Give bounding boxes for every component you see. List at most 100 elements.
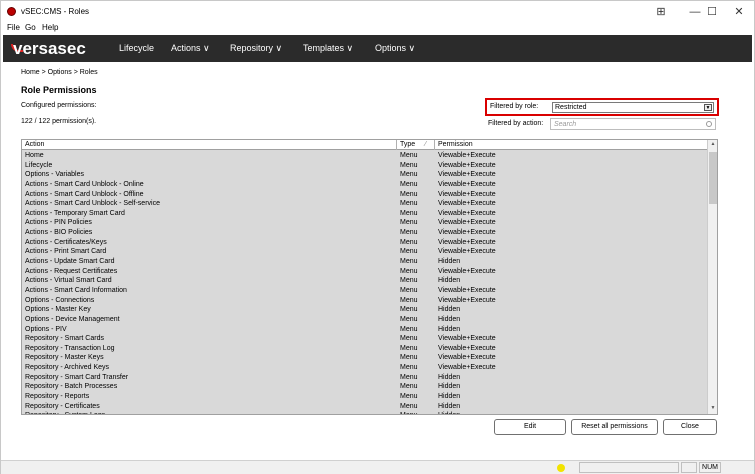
action-cell: Repository - Certificates bbox=[25, 402, 100, 410]
type-cell: Menu bbox=[400, 383, 418, 391]
scroll-thumb[interactable] bbox=[709, 152, 717, 204]
nav-actions[interactable]: Actions ∨ bbox=[171, 43, 210, 54]
scroll-up-icon[interactable]: ▲ bbox=[709, 141, 717, 149]
header-action[interactable]: Action bbox=[25, 141, 44, 148]
table-row[interactable]: Actions - Update Smart Card Menu Hidden bbox=[22, 257, 708, 267]
status-segment bbox=[681, 462, 697, 473]
type-cell: Menu bbox=[400, 200, 418, 208]
maximize-button[interactable]: ☐ bbox=[698, 3, 726, 21]
layout-icon[interactable]: ⊞ bbox=[647, 3, 675, 21]
action-cell: Repository - Master Keys bbox=[25, 354, 104, 362]
permission-cell: Viewable+Execute bbox=[438, 171, 496, 179]
action-cell: Repository - Transaction Log bbox=[25, 344, 115, 352]
table-row[interactable]: Lifecycle Menu Viewable+Execute bbox=[22, 161, 708, 171]
table-body: Home Menu Viewable+Execute Lifecycle Menu Vie… bbox=[22, 151, 708, 414]
permission-cell: Viewable+Execute bbox=[438, 335, 496, 343]
versasec-logo[interactable]: versasec bbox=[13, 39, 86, 59]
role-filter-label: Filtered by role: bbox=[490, 103, 539, 110]
column-separator[interactable] bbox=[396, 140, 397, 150]
close-button[interactable]: Close bbox=[663, 419, 717, 435]
permission-cell: Viewable+Execute bbox=[438, 190, 496, 198]
table-row[interactable]: Options - Device Management Menu Hidden bbox=[22, 315, 708, 325]
action-cell: Actions - PIN Policies bbox=[25, 219, 92, 227]
table-row[interactable]: Actions - Virtual Smart Card Menu Hidden bbox=[22, 276, 708, 286]
type-cell: Menu bbox=[400, 258, 418, 266]
action-cell: Actions - Smart Card Unblock - Self-serv… bbox=[25, 200, 160, 208]
table-row[interactable]: Actions - PIN Policies Menu Viewable+Execu… bbox=[22, 218, 708, 228]
type-cell: Menu bbox=[400, 335, 418, 343]
type-cell: Menu bbox=[400, 344, 418, 352]
table-row[interactable]: Actions - Request Certificates Menu Viewab… bbox=[22, 267, 708, 277]
type-cell: Menu bbox=[400, 161, 418, 169]
scroll-down-icon[interactable]: ▼ bbox=[709, 405, 717, 413]
table-row[interactable]: Repository - Archived Keys Menu Viewable+E… bbox=[22, 363, 708, 373]
table-row[interactable]: Actions - Smart Card Unblock - Offline Me… bbox=[22, 190, 708, 200]
vertical-scrollbar[interactable]: ▲ ▼ bbox=[707, 140, 717, 414]
action-cell: Actions - Update Smart Card bbox=[25, 258, 115, 266]
table-row[interactable]: Repository - Transaction Log Menu Viewable… bbox=[22, 344, 708, 354]
permission-cell: Viewable+Execute bbox=[438, 209, 496, 217]
menu-go[interactable]: Go bbox=[25, 23, 36, 32]
permission-cell: Viewable+Execute bbox=[438, 354, 496, 362]
table-row[interactable]: Repository - Smart Card Transfer Menu Hidd… bbox=[22, 373, 708, 383]
permission-cell: Hidden bbox=[438, 277, 461, 285]
table-row[interactable]: Repository - Batch Processes Menu Hidden bbox=[22, 382, 708, 392]
status-indicator-icon bbox=[557, 464, 565, 472]
table-row[interactable]: Options - Master Key Menu Hidden bbox=[22, 305, 708, 315]
table-row[interactable]: Repository - Master Keys Menu Viewable+Exe… bbox=[22, 353, 708, 363]
permission-cell: Hidden bbox=[438, 411, 460, 414]
action-cell: Options - Device Management bbox=[25, 315, 120, 323]
table-row[interactable]: Options - Variables Menu Viewable+Execute bbox=[22, 170, 708, 180]
reset-all-permissions-button[interactable]: Reset all permissions bbox=[571, 419, 658, 435]
action-cell: Lifecycle bbox=[25, 161, 53, 169]
dropdown-arrow-icon[interactable]: ▼ bbox=[704, 104, 712, 111]
app-icon bbox=[7, 7, 16, 16]
num-lock-indicator: NUM bbox=[699, 462, 721, 473]
configured-permissions-label: Configured permissions: bbox=[21, 102, 97, 109]
menu-help[interactable]: Help bbox=[42, 23, 58, 32]
table-row[interactable]: Actions - Print Smart Card Menu Viewable+E… bbox=[22, 247, 708, 257]
permission-cell: Viewable+Execute bbox=[438, 238, 496, 246]
action-cell: Actions - Virtual Smart Card bbox=[25, 277, 112, 285]
status-segment bbox=[579, 462, 679, 473]
header-type[interactable]: Type bbox=[400, 141, 415, 148]
table-row[interactable]: Actions - Smart Card Information Menu View… bbox=[22, 286, 708, 296]
table-row[interactable]: Actions - BIO Policies Menu Viewable+Execu… bbox=[22, 228, 708, 238]
nav-options[interactable]: Options ∨ bbox=[375, 43, 415, 54]
nav-lifecycle[interactable]: Lifecycle bbox=[119, 43, 154, 53]
column-separator[interactable] bbox=[434, 140, 435, 150]
permission-cell: Viewable+Execute bbox=[438, 248, 496, 256]
permission-cell: Viewable+Execute bbox=[438, 286, 496, 294]
permission-cell: Viewable+Execute bbox=[438, 364, 496, 372]
close-window-button[interactable]: ✕ bbox=[725, 3, 753, 21]
table-row[interactable]: Repository - Certificates Menu Hidden bbox=[22, 402, 708, 412]
table-row[interactable]: Actions - Smart Card Unblock - Self-serv… bbox=[22, 199, 708, 209]
breadcrumb[interactable]: Home > Options > Roles bbox=[21, 69, 98, 76]
permission-count: 122 / 122 permission(s). bbox=[21, 118, 97, 125]
table-row[interactable]: Repository - Reports Menu Hidden bbox=[22, 392, 708, 402]
table-row[interactable]: Repository - System Logs Menu Hidden bbox=[22, 411, 708, 414]
nav-repository[interactable]: Repository ∨ bbox=[230, 43, 282, 54]
menu-file[interactable]: File bbox=[7, 23, 20, 32]
action-cell: Actions - Temporary Smart Card bbox=[25, 209, 125, 217]
table-row[interactable]: Repository - Smart Cards Menu Viewable+Exe… bbox=[22, 334, 708, 344]
action-cell: Actions - BIO Policies bbox=[25, 229, 93, 237]
action-cell: Home bbox=[25, 152, 44, 159]
title-bar: vSEC:CMS - Roles ⊞ — ☐ ✕ bbox=[1, 1, 754, 23]
table-row[interactable]: Actions - Certificates/Keys Menu Viewable+… bbox=[22, 238, 708, 248]
edit-button[interactable]: Edit bbox=[494, 419, 566, 435]
table-row[interactable]: Options - PIV Menu Hidden bbox=[22, 325, 708, 335]
type-cell: Menu bbox=[400, 190, 418, 198]
action-search-input[interactable]: Search bbox=[550, 118, 716, 130]
role-select[interactable]: Restricted ▼ bbox=[552, 102, 714, 113]
header-permission[interactable]: Permission bbox=[438, 141, 473, 148]
table-row[interactable]: Actions - Smart Card Unblock - Online Men… bbox=[22, 180, 708, 190]
action-cell: Options - Variables bbox=[25, 171, 85, 179]
permission-cell: Viewable+Execute bbox=[438, 229, 496, 237]
table-row[interactable]: Home Menu Viewable+Execute bbox=[22, 151, 708, 161]
permission-cell: Hidden bbox=[438, 383, 461, 391]
table-row[interactable]: Actions - Temporary Smart Card Menu Viewab… bbox=[22, 209, 708, 219]
table-row[interactable]: Options - Connections Menu Viewable+Execut… bbox=[22, 296, 708, 306]
nav-templates[interactable]: Templates ∨ bbox=[303, 43, 353, 54]
search-icon[interactable] bbox=[706, 121, 712, 127]
